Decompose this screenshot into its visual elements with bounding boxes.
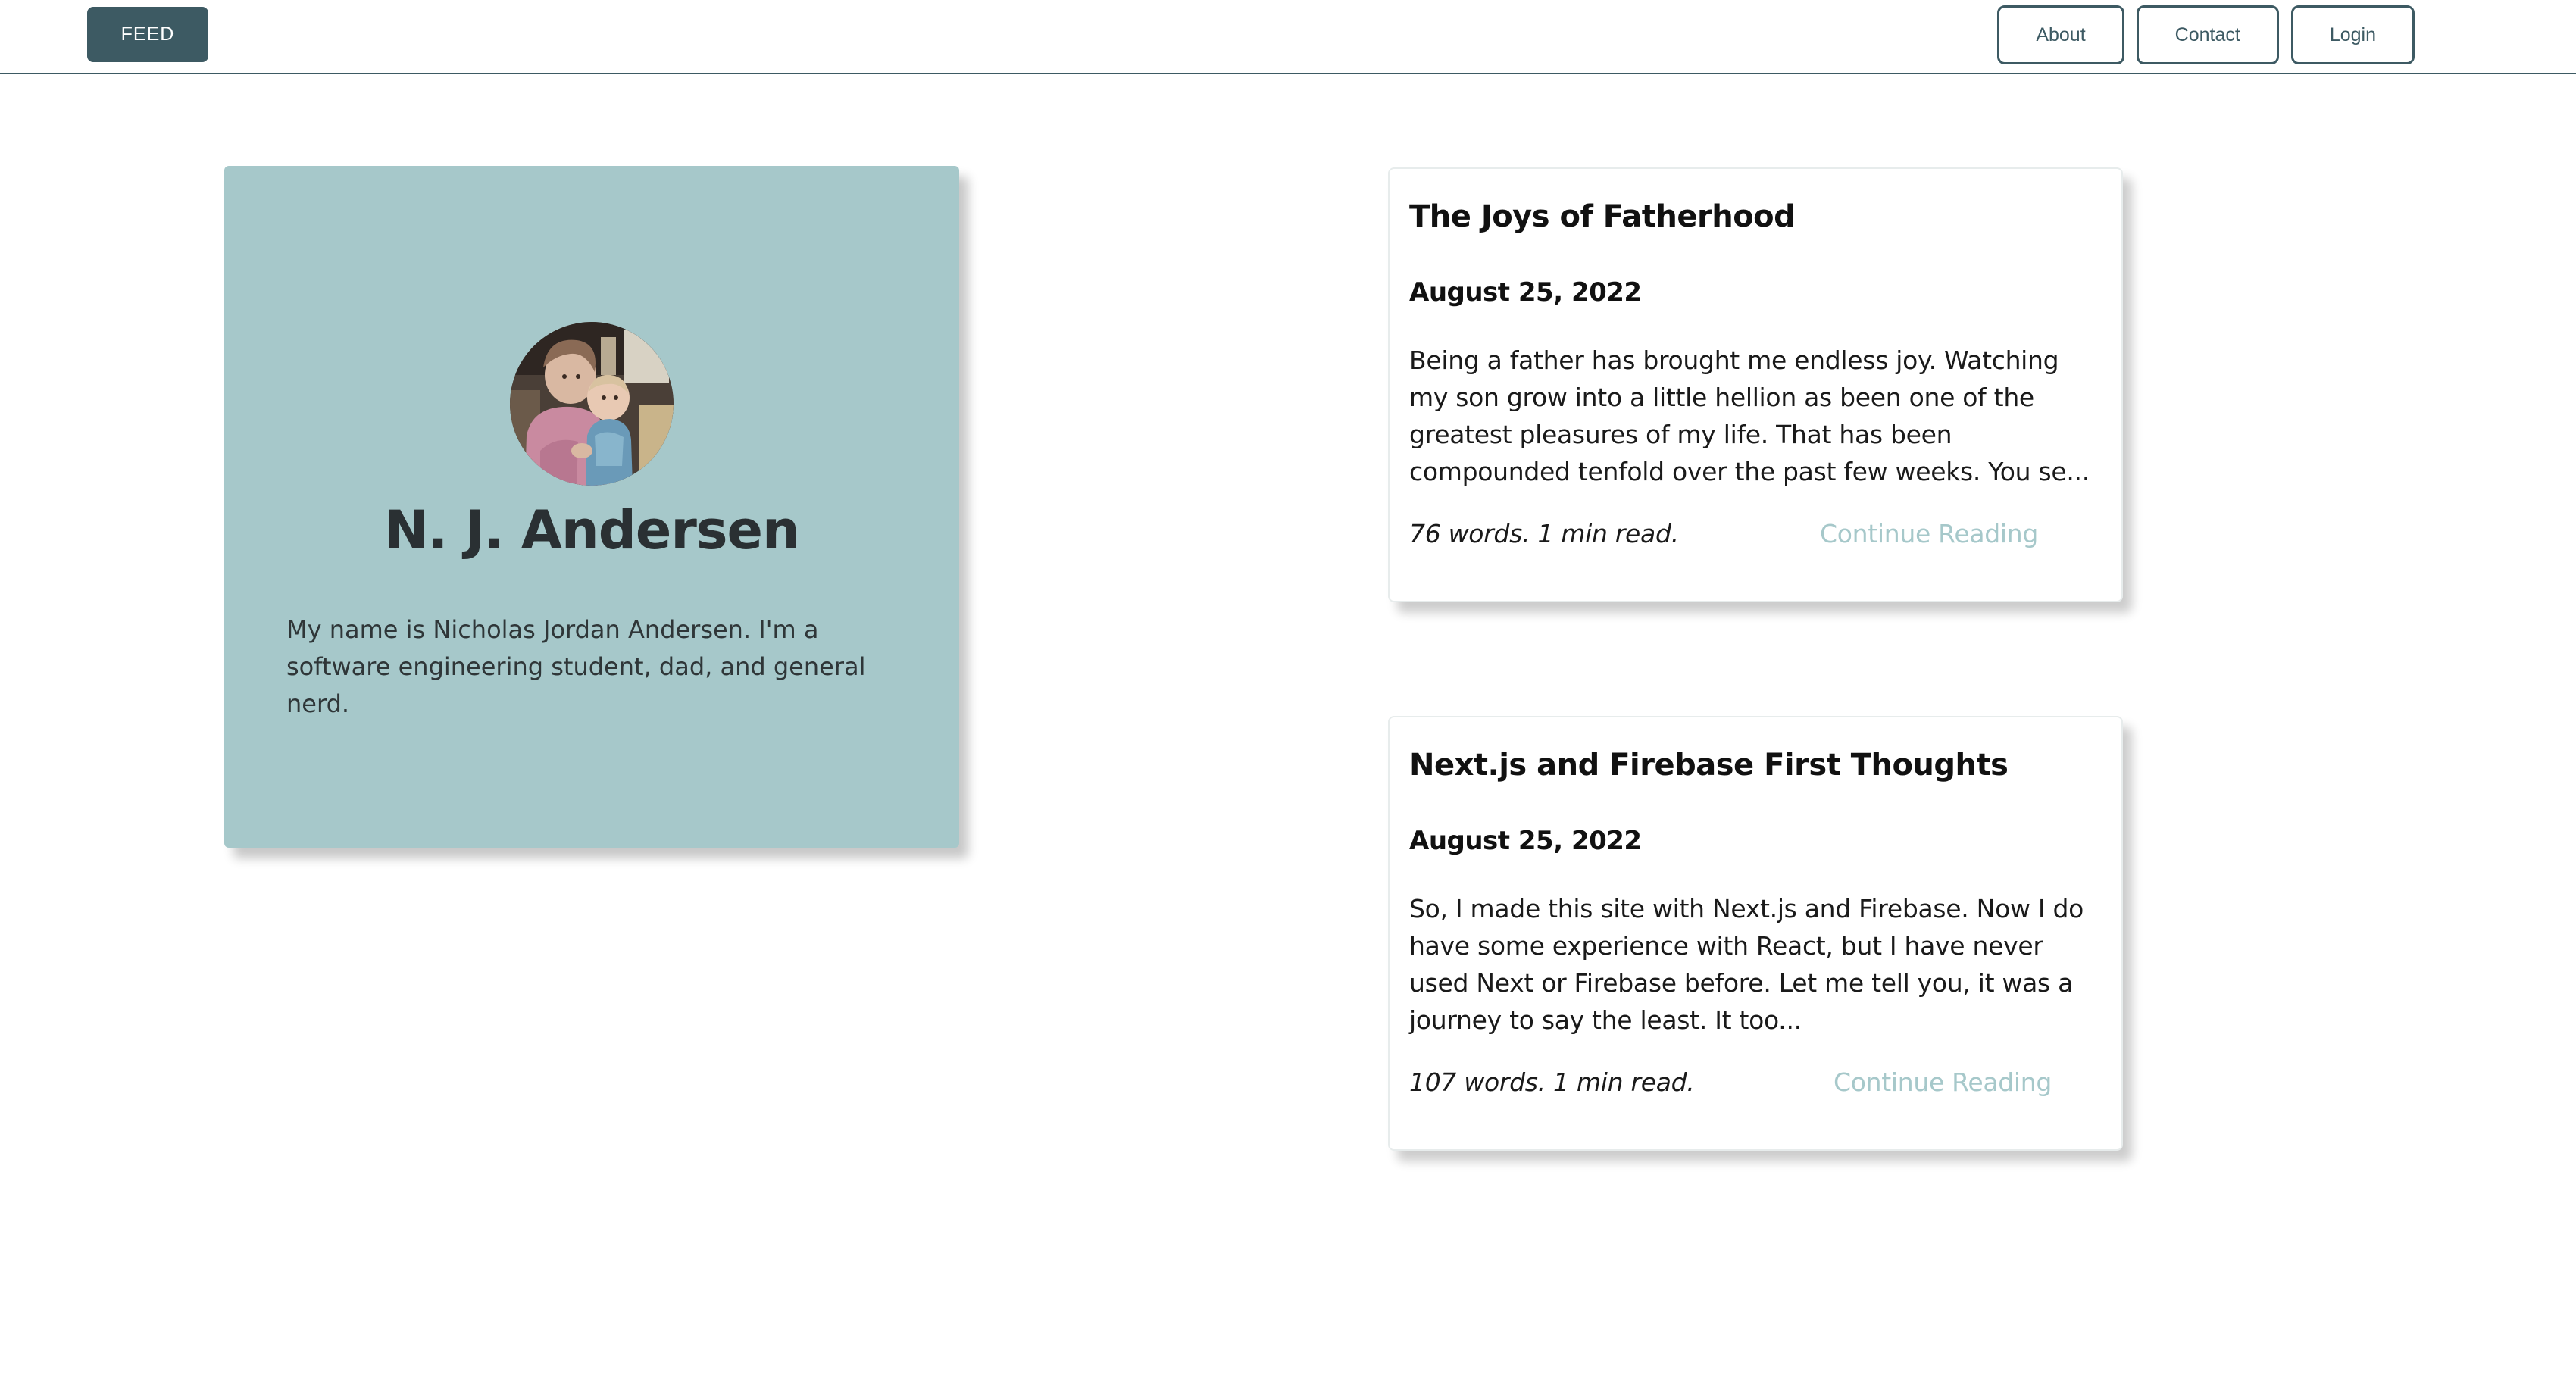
profile-card: N. J. Andersen My name is Nicholas Jorda… [224,166,959,848]
post-date: August 25, 2022 [1409,826,1642,856]
nav-links: About Contact Login [1997,5,2415,64]
post-excerpt: Being a father has brought me endless jo… [1409,345,2090,486]
avatar [510,322,674,486]
post-card: The Joys of Fatherhood August 25, 2022 B… [1388,167,2123,602]
continue-reading-link[interactable]: Continue Reading [1834,1067,2052,1097]
post-title[interactable]: Next.js and Firebase First Thoughts [1409,748,2009,783]
login-button[interactable]: Login [2290,5,2415,64]
post-card: Next.js and Firebase First Thoughts Augu… [1388,716,2123,1151]
profile-photo-icon [510,322,674,486]
about-button[interactable]: About [1997,5,2124,64]
continue-reading-link[interactable]: Continue Reading [1820,519,2038,548]
post-word-count: 76 words. 1 min read. [1409,519,1679,548]
post-excerpt: So, I made this site with Next.js and Fi… [1409,894,2084,1035]
feed-button[interactable]: FEED [87,7,208,62]
post-word-count: 107 words. 1 min read. [1409,1067,1695,1097]
profile-bio: My name is Nicholas Jordan Andersen. I'm… [286,615,866,718]
post-date: August 25, 2022 [1409,277,1642,308]
top-navbar: FEED About Contact Login [0,0,2576,74]
profile-name: N. J. Andersen [384,499,800,561]
contact-button[interactable]: Contact [2136,5,2279,64]
post-title[interactable]: The Joys of Fatherhood [1409,199,1796,234]
